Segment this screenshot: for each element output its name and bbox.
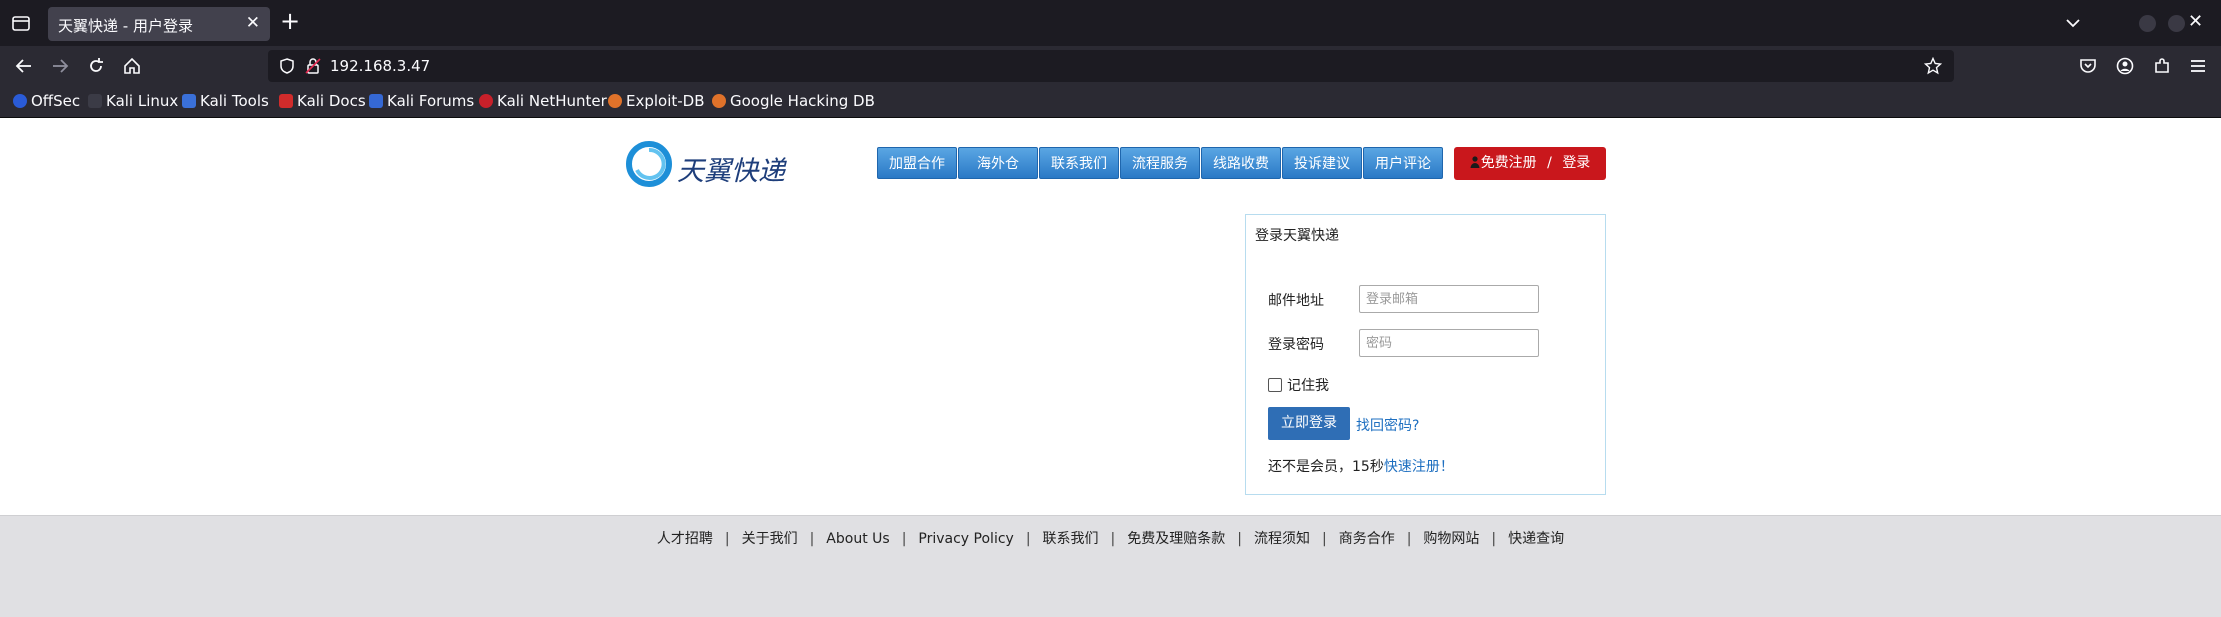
- extensions-icon[interactable]: [2152, 56, 2172, 76]
- menu-item-rates[interactable]: 线路收费: [1201, 147, 1281, 179]
- ghdb-icon: [712, 94, 726, 108]
- menu-item-complaints[interactable]: 投诉建议: [1282, 147, 1362, 179]
- window-close-icon[interactable]: ✕: [2188, 11, 2203, 32]
- footer-link-business[interactable]: 商务合作: [1339, 531, 1395, 547]
- address-bar[interactable]: 192.168.3.47: [268, 50, 1954, 82]
- shield-icon[interactable]: [278, 57, 296, 75]
- browser-nav-bar: 192.168.3.47: [0, 46, 2221, 86]
- logo-text: 天翼快递: [677, 156, 785, 187]
- footer-separator: |: [1491, 531, 1497, 547]
- footer-separator: |: [1406, 531, 1412, 547]
- footer-separator: |: [901, 531, 907, 547]
- bookmark-kali-nethunter[interactable]: Kali NetHunter: [479, 92, 607, 110]
- chevron-down-icon[interactable]: [2062, 12, 2084, 34]
- footer-link-contact[interactable]: 联系我们: [1043, 531, 1099, 547]
- menu-item-join[interactable]: 加盟合作: [877, 147, 957, 179]
- footer-link-about-cn[interactable]: 关于我们: [742, 531, 798, 547]
- footer-separator: |: [1025, 531, 1031, 547]
- footer-separator: |: [1321, 531, 1327, 547]
- tab-list-icon[interactable]: [10, 12, 32, 34]
- tab-title: 天翼快递 - 用户登录: [58, 17, 193, 35]
- logo-swirl-icon: [626, 141, 672, 187]
- password-label: 登录密码: [1268, 337, 1324, 353]
- web-page: 天翼快递 加盟合作 海外仓 联系我们 流程服务 线路收费 投诉建议 用户评论 免…: [0, 118, 2221, 617]
- nethunter-icon: [479, 94, 493, 108]
- footer-link-privacy[interactable]: Privacy Policy: [918, 531, 1013, 547]
- login-title: 登录天翼快递: [1255, 228, 1339, 244]
- remember-me-checkbox[interactable]: [1268, 378, 1282, 392]
- back-arrow-icon[interactable]: [14, 56, 34, 76]
- login-link[interactable]: 登录: [1562, 155, 1590, 171]
- reload-icon[interactable]: [86, 56, 106, 76]
- kali-docs-icon: [279, 94, 293, 108]
- minimize-button[interactable]: [2139, 15, 2156, 32]
- bookmark-kali-linux[interactable]: Kali Linux: [88, 92, 178, 110]
- menu-item-reviews[interactable]: 用户评论: [1363, 147, 1443, 179]
- pocket-icon[interactable]: [2078, 56, 2098, 76]
- footer-separator: |: [1110, 531, 1116, 547]
- email-field[interactable]: [1359, 285, 1539, 313]
- footer-link-tracking[interactable]: 快递查询: [1508, 531, 1564, 547]
- user-icon: [1470, 156, 1480, 168]
- footer-link-shopping[interactable]: 购物网站: [1423, 531, 1479, 547]
- bookmark-kali-tools[interactable]: Kali Tools: [182, 92, 269, 110]
- footer-separator: |: [809, 531, 815, 547]
- bookmark-offsec[interactable]: OffSec: [13, 92, 80, 110]
- bookmarks-toolbar: OffSec Kali Linux Kali Tools Kali Docs K…: [0, 86, 2221, 118]
- footer-links: 人才招聘 | 关于我们 | About Us | Privacy Policy | 联系我们 | 免…: [0, 528, 2221, 548]
- maximize-button[interactable]: [2168, 15, 2185, 32]
- signup-prompt: 还不是会员，15秒快速注册！: [1268, 456, 1454, 476]
- remember-me-label[interactable]: 记住我: [1287, 375, 1329, 395]
- browser-tab-bar: 天翼快递 - 用户登录 ✕ + ✕: [0, 0, 2221, 46]
- menu-item-process[interactable]: 流程服务: [1120, 147, 1200, 179]
- home-icon[interactable]: [122, 56, 142, 76]
- bookmark-kali-docs[interactable]: Kali Docs: [279, 92, 366, 110]
- bookmark-exploit-db[interactable]: Exploit-DB: [608, 92, 705, 110]
- kali-icon: [88, 94, 102, 108]
- register-login-button[interactable]: 免费注册 / 登录: [1454, 147, 1606, 180]
- footer-separator: |: [724, 531, 730, 547]
- login-panel: 登录天翼快递 邮件地址 登录密码 记住我 立即登录 找回密码? 还不是会员，15…: [1245, 214, 1606, 495]
- insecure-lock-icon[interactable]: [304, 57, 322, 75]
- email-label: 邮件地址: [1268, 293, 1324, 309]
- account-icon[interactable]: [2115, 56, 2135, 76]
- forward-arrow-icon[interactable]: [50, 56, 70, 76]
- register-separator: /: [1547, 155, 1552, 171]
- register-link[interactable]: 免费注册: [1481, 155, 1537, 171]
- bookmark-kali-forums[interactable]: Kali Forums: [369, 92, 474, 110]
- footer-separator: |: [1237, 531, 1242, 547]
- new-tab-button[interactable]: +: [280, 9, 300, 33]
- forgot-password-link[interactable]: 找回密码?: [1356, 415, 1419, 435]
- bookmark-google-hacking-db[interactable]: Google Hacking DB: [712, 92, 875, 110]
- footer: 人才招聘 | 关于我们 | About Us | Privacy Policy | 联系我们 | 免…: [0, 515, 2221, 617]
- hamburger-menu-icon[interactable]: [2188, 56, 2208, 76]
- menu-item-overseas-warehouse[interactable]: 海外仓: [958, 147, 1038, 179]
- footer-link-careers[interactable]: 人才招聘: [657, 531, 713, 547]
- active-tab[interactable]: 天翼快递 - 用户登录 ✕: [48, 7, 270, 41]
- menu-item-contact[interactable]: 联系我们: [1039, 147, 1119, 179]
- tab-close-icon[interactable]: ✕: [246, 13, 260, 33]
- quick-register-link[interactable]: 快速注册！: [1384, 459, 1454, 475]
- exploit-db-icon: [608, 94, 622, 108]
- footer-link-process[interactable]: 流程须知: [1254, 531, 1310, 547]
- kali-tools-icon: [182, 94, 196, 108]
- login-submit-button[interactable]: 立即登录: [1268, 407, 1350, 440]
- bookmark-star-icon[interactable]: [1924, 57, 1942, 75]
- password-field[interactable]: [1359, 329, 1539, 357]
- footer-link-terms[interactable]: 免费及理赔条款: [1127, 531, 1225, 547]
- kali-forums-icon: [369, 94, 383, 108]
- offsec-icon: [13, 94, 27, 108]
- footer-link-about-us[interactable]: About Us: [826, 531, 889, 547]
- url-text[interactable]: 192.168.3.47: [330, 57, 430, 75]
- site-logo[interactable]: 天翼快递: [625, 135, 795, 191]
- signup-prompt-text: 还不是会员，15秒: [1268, 459, 1384, 475]
